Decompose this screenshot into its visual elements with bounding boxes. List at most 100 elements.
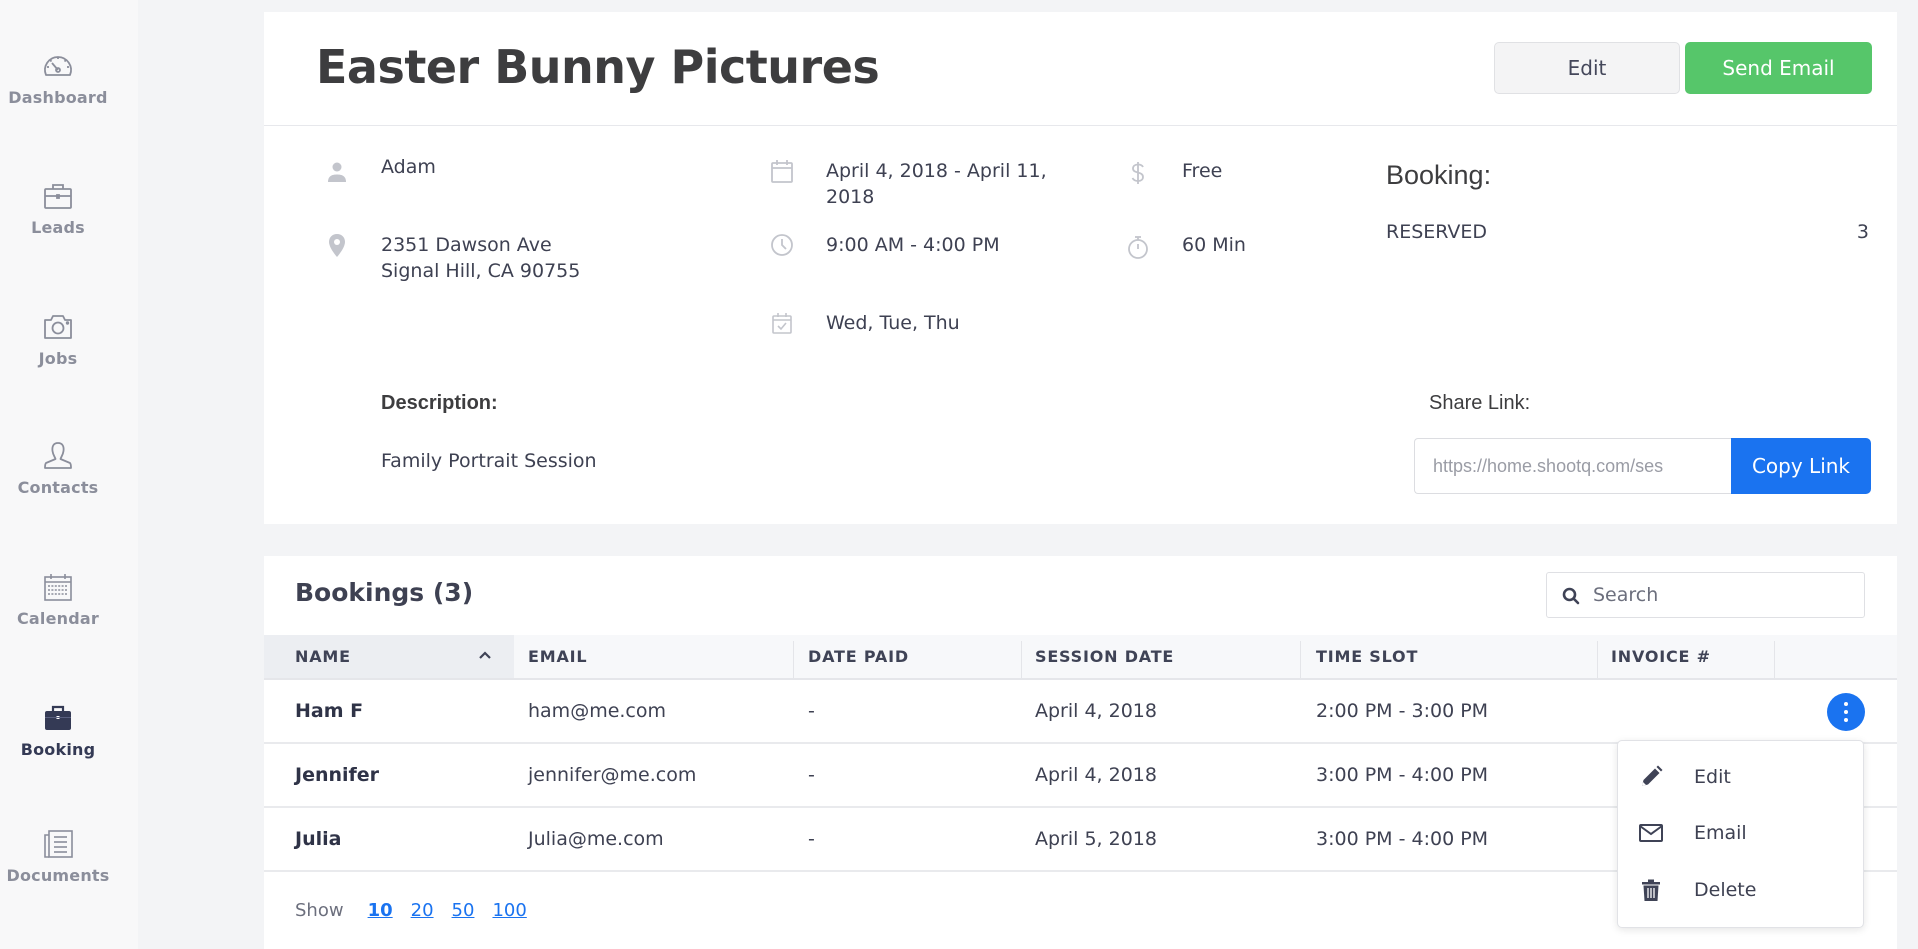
page-title: Easter Bunny Pictures <box>316 40 880 94</box>
sidebar-item-label: Calendar <box>16 609 99 628</box>
price: Free <box>1182 160 1223 182</box>
sidebar-item-label: Booking <box>20 740 96 759</box>
sidebar-item-documents[interactable]: Documents <box>0 826 116 885</box>
column-header-date-paid[interactable]: DATE PAID <box>808 635 909 678</box>
weekdays: Wed, Tue, Thu <box>826 312 960 334</box>
calendar-grid-icon <box>44 574 72 601</box>
column-separator <box>1021 641 1022 678</box>
date-range-line-2: 2018 <box>826 186 875 208</box>
sidebar-item-label: Contacts <box>17 478 99 497</box>
trash-icon <box>1642 879 1660 901</box>
sidebar-item-label: Documents <box>6 866 110 885</box>
booking-status: RESERVED <box>1386 221 1488 243</box>
cell-session-date: April 5, 2018 <box>1035 828 1157 850</box>
search-icon <box>1562 587 1580 605</box>
cell-name: Julia <box>295 828 342 850</box>
address-line-1: 2351 Dawson Ave <box>381 234 552 256</box>
contact-name: Adam <box>381 156 436 178</box>
page-size-20[interactable]: 20 <box>411 900 434 921</box>
share-link-label: Share Link: <box>1429 392 1531 414</box>
cell-session-date: April 4, 2018 <box>1035 700 1157 722</box>
table-row[interactable]: Ham F ham@me.com - April 4, 2018 2:00 PM… <box>264 680 1897 744</box>
bookings-title: Bookings (3) <box>295 578 474 607</box>
sidebar-item-calendar[interactable]: Calendar <box>0 569 116 628</box>
table-header: NAME EMAIL DATE PAID SESSION DATE TIME S… <box>264 635 1897 680</box>
column-header-label: EMAIL <box>528 647 588 666</box>
row-actions-menu: Edit Email Delete <box>1617 740 1864 928</box>
column-separator <box>793 641 794 678</box>
date-range-line-1: April 4, 2018 - April 11, <box>826 160 1047 182</box>
menu-item-label: Delete <box>1694 879 1757 901</box>
cell-time-slot: 3:00 PM - 4:00 PM <box>1316 764 1489 786</box>
pencil-icon <box>1642 765 1663 786</box>
sidebar-item-booking[interactable]: Booking <box>0 700 116 759</box>
calendar-icon <box>771 160 793 183</box>
session-details-card: Easter Bunny Pictures Edit Send Email Ad… <box>264 12 1897 524</box>
sidebar-item-jobs[interactable]: Jobs <box>0 309 116 368</box>
cell-date-paid: - <box>808 764 815 786</box>
sidebar-item-leads[interactable]: Leads <box>0 178 116 237</box>
documents-icon <box>44 830 73 858</box>
person-icon <box>328 162 346 182</box>
booking-count: 3 <box>1856 221 1869 243</box>
sidebar-item-contacts[interactable]: Contacts <box>0 438 116 497</box>
edit-button[interactable]: Edit <box>1494 42 1680 94</box>
calendar-check-icon <box>772 313 792 334</box>
cell-time-slot: 2:00 PM - 3:00 PM <box>1316 700 1489 722</box>
menu-item-label: Edit <box>1694 766 1731 788</box>
send-email-button[interactable]: Send Email <box>1685 42 1872 94</box>
stopwatch-icon <box>1128 236 1148 259</box>
time-range: 9:00 AM - 4:00 PM <box>826 234 1000 256</box>
share-link-input[interactable] <box>1414 438 1732 494</box>
row-actions-button[interactable] <box>1827 693 1865 731</box>
dashboard-gauge-icon <box>44 56 72 76</box>
clock-icon <box>771 234 793 256</box>
person-outline-icon <box>44 442 72 469</box>
address-line-2: Signal Hill, CA 90755 <box>381 260 581 282</box>
column-header-time-slot[interactable]: TIME SLOT <box>1316 635 1418 678</box>
briefcase-outline-icon <box>44 184 72 209</box>
cell-session-date: April 4, 2018 <box>1035 764 1157 786</box>
kebab-dot <box>1844 718 1848 722</box>
sidebar-item-label: Jobs <box>38 349 78 368</box>
column-header-name[interactable]: NAME <box>264 635 514 678</box>
page-size-50[interactable]: 50 <box>452 900 475 921</box>
column-header-session-date[interactable]: SESSION DATE <box>1035 635 1174 678</box>
column-header-label: TIME SLOT <box>1316 647 1419 666</box>
envelope-icon <box>1639 824 1663 842</box>
page-size-10[interactable]: 10 <box>368 900 393 921</box>
column-separator <box>1597 641 1598 678</box>
page-size-100[interactable]: 100 <box>492 900 526 921</box>
menu-item-delete[interactable]: Delete <box>1618 866 1863 914</box>
search-field[interactable] <box>1546 572 1865 618</box>
cell-time-slot: 3:00 PM - 4:00 PM <box>1316 828 1489 850</box>
column-header-email[interactable]: EMAIL <box>528 635 587 678</box>
cell-email: ham@me.com <box>528 700 667 722</box>
column-separator <box>1300 641 1301 678</box>
cell-date-paid: - <box>808 828 815 850</box>
kebab-dot <box>1844 710 1848 714</box>
menu-item-email[interactable]: Email <box>1618 809 1863 857</box>
sort-ascending-icon <box>479 651 491 659</box>
cell-name: Jennifer <box>295 764 380 786</box>
cell-name: Ham F <box>295 700 364 722</box>
cell-email: Julia@me.com <box>528 828 664 850</box>
briefcase-filled-icon <box>45 705 71 730</box>
column-header-label: NAME <box>295 647 351 666</box>
booking-summary-heading: Booking: <box>1386 160 1492 190</box>
search-input[interactable] <box>1593 573 1853 617</box>
cell-email: jennifer@me.com <box>528 764 697 786</box>
copy-link-button[interactable]: Copy Link <box>1731 438 1871 494</box>
sidebar-item-dashboard[interactable]: Dashboard <box>0 48 116 107</box>
duration: 60 Min <box>1182 234 1246 256</box>
column-separator <box>1774 641 1775 678</box>
sidebar-item-label: Leads <box>31 218 85 237</box>
menu-item-edit[interactable]: Edit <box>1618 753 1863 801</box>
column-header-invoice[interactable]: INVOICE # <box>1611 635 1711 678</box>
column-header-label: SESSION DATE <box>1035 647 1175 666</box>
description-text: Family Portrait Session <box>381 450 597 472</box>
description-label: Description: <box>381 392 498 414</box>
location-pin-icon <box>329 234 345 257</box>
column-header-label: INVOICE # <box>1611 647 1711 666</box>
show-label: Show <box>295 900 344 921</box>
